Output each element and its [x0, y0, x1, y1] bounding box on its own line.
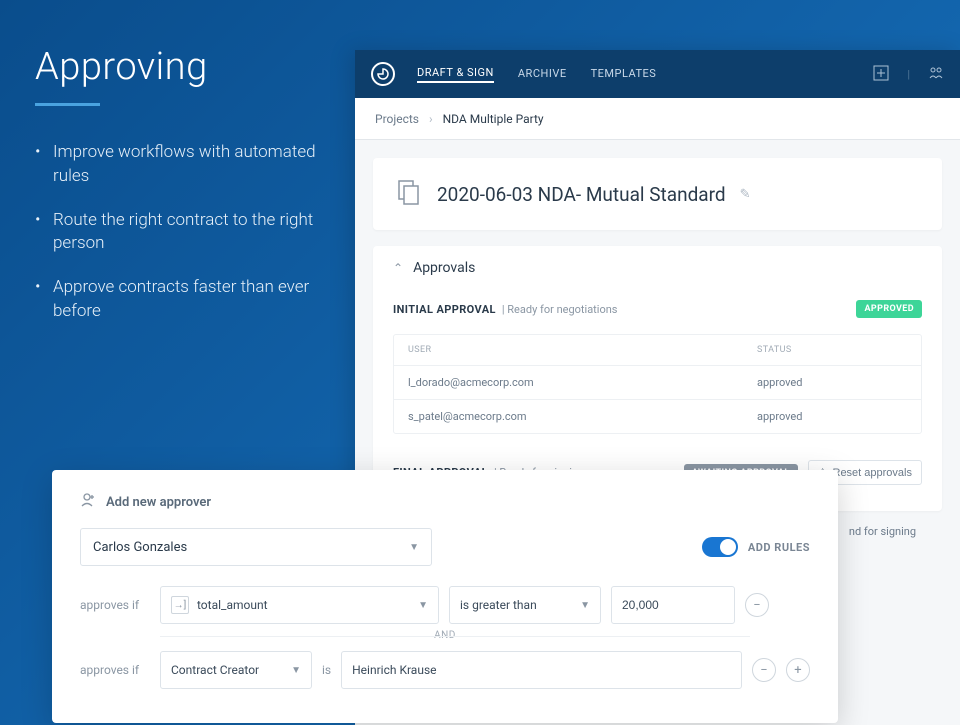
document-icon: [395, 178, 423, 210]
approver-select-value: Carlos Gonzales: [93, 540, 187, 555]
app-logo-icon[interactable]: [371, 62, 395, 86]
divider: |: [907, 68, 910, 81]
rule-operator-value: is greater than: [460, 598, 537, 612]
initial-approval-title: INITIAL APPROVAL: [393, 303, 496, 316]
title-underline: [35, 103, 100, 106]
table-row: l_dorado@acmecorp.com approved: [394, 366, 921, 400]
initial-approval-block: INITIAL APPROVAL | Ready for negotiation…: [373, 290, 942, 450]
user-cell: s_patel@acmecorp.com: [408, 410, 757, 423]
rule-row: approves if →] total_amount ▼ is greater…: [80, 586, 810, 624]
caret-down-icon: ▼: [291, 665, 301, 676]
rule-value-input[interactable]: [611, 586, 735, 624]
add-rule-button[interactable]: +: [786, 658, 810, 682]
caret-down-icon: ▼: [409, 542, 419, 553]
breadcrumb-current: NDA Multiple Party: [443, 112, 544, 126]
approvals-toggle[interactable]: ⌃ Approvals: [373, 246, 942, 290]
people-icon[interactable]: [928, 65, 944, 84]
modal-heading: Add new approver: [80, 492, 810, 512]
rule-variable-select[interactable]: →] total_amount ▼: [160, 586, 439, 624]
add-rules-toggle[interactable]: [702, 537, 738, 557]
promo-bullets: Improve workflows with automated rules R…: [35, 141, 320, 324]
breadcrumb-root[interactable]: Projects: [375, 112, 419, 126]
col-status-header: STATUS: [757, 345, 907, 355]
rule-field-select[interactable]: Contract Creator ▼: [160, 651, 312, 689]
add-approver-modal: Add new approver Carlos Gonzales ▼ ADD R…: [52, 470, 838, 723]
caret-down-icon: ▼: [418, 600, 428, 611]
rule-operator-select[interactable]: is greater than ▼: [449, 586, 601, 624]
remove-rule-button[interactable]: −: [745, 593, 769, 617]
rule-connector: AND: [80, 630, 810, 641]
approvals-label: Approvals: [413, 260, 475, 276]
rule-prefix: approves if: [80, 663, 150, 677]
minus-icon: −: [760, 663, 767, 678]
rule-person-value: Heinrich Krause: [352, 663, 436, 677]
promo-panel: Approving Improve workflows with automat…: [0, 0, 355, 389]
table-row: s_patel@acmecorp.com approved: [394, 400, 921, 433]
table-header-row: USER STATUS: [394, 335, 921, 366]
document-card: 2020-06-03 NDA- Mutual Standard ✎: [373, 158, 942, 230]
nav-tab-archive[interactable]: ARCHIVE: [518, 67, 567, 82]
add-rules-label: ADD RULES: [748, 541, 810, 554]
person-add-icon: [80, 492, 96, 512]
chevron-right-icon: ›: [429, 112, 433, 126]
status-cell: approved: [757, 410, 907, 423]
document-title: 2020-06-03 NDA- Mutual Standard: [437, 183, 726, 206]
breadcrumb: Projects › NDA Multiple Party: [355, 98, 960, 140]
add-rules-toggle-group: ADD RULES: [702, 537, 810, 557]
initial-approval-table: USER STATUS l_dorado@acmecorp.com approv…: [393, 334, 922, 434]
add-icon[interactable]: [873, 65, 889, 84]
rule-value-field[interactable]: [622, 598, 724, 612]
approver-select[interactable]: Carlos Gonzales ▼: [80, 528, 432, 566]
promo-title: Approving: [35, 45, 320, 89]
rule-prefix: approves if: [80, 598, 150, 612]
chevron-up-icon: ⌃: [393, 261, 403, 275]
rule-field-value: Contract Creator: [171, 663, 259, 677]
nav-tab-templates[interactable]: TEMPLATES: [591, 67, 657, 82]
promo-bullet: Improve workflows with automated rules: [35, 141, 320, 189]
top-nav: DRAFT & SIGN ARCHIVE TEMPLATES |: [355, 50, 960, 98]
variable-icon: →]: [171, 596, 189, 614]
reset-label: Reset approvals: [833, 467, 913, 479]
user-cell: l_dorado@acmecorp.com: [408, 376, 757, 389]
rule-variable-value: total_amount: [197, 598, 268, 612]
col-user-header: USER: [408, 345, 757, 355]
plus-icon: +: [794, 663, 801, 678]
minus-icon: −: [753, 598, 760, 613]
promo-bullet: Approve contracts faster than ever befor…: [35, 276, 320, 324]
promo-bullet: Route the right contract to the right pe…: [35, 209, 320, 257]
modal-heading-text: Add new approver: [106, 495, 211, 510]
rule-person-input[interactable]: Heinrich Krause: [341, 651, 742, 689]
remove-rule-button[interactable]: −: [752, 658, 776, 682]
rule-relation: is: [322, 663, 331, 677]
nav-tab-draft-sign[interactable]: DRAFT & SIGN: [417, 66, 494, 83]
initial-approval-sub: | Ready for negotiations: [502, 303, 618, 316]
approved-badge: APPROVED: [856, 300, 922, 318]
status-cell: approved: [757, 376, 907, 389]
pencil-icon[interactable]: ✎: [740, 187, 751, 202]
caret-down-icon: ▼: [580, 600, 590, 611]
rule-row: approves if Contract Creator ▼ is Heinri…: [80, 651, 810, 689]
